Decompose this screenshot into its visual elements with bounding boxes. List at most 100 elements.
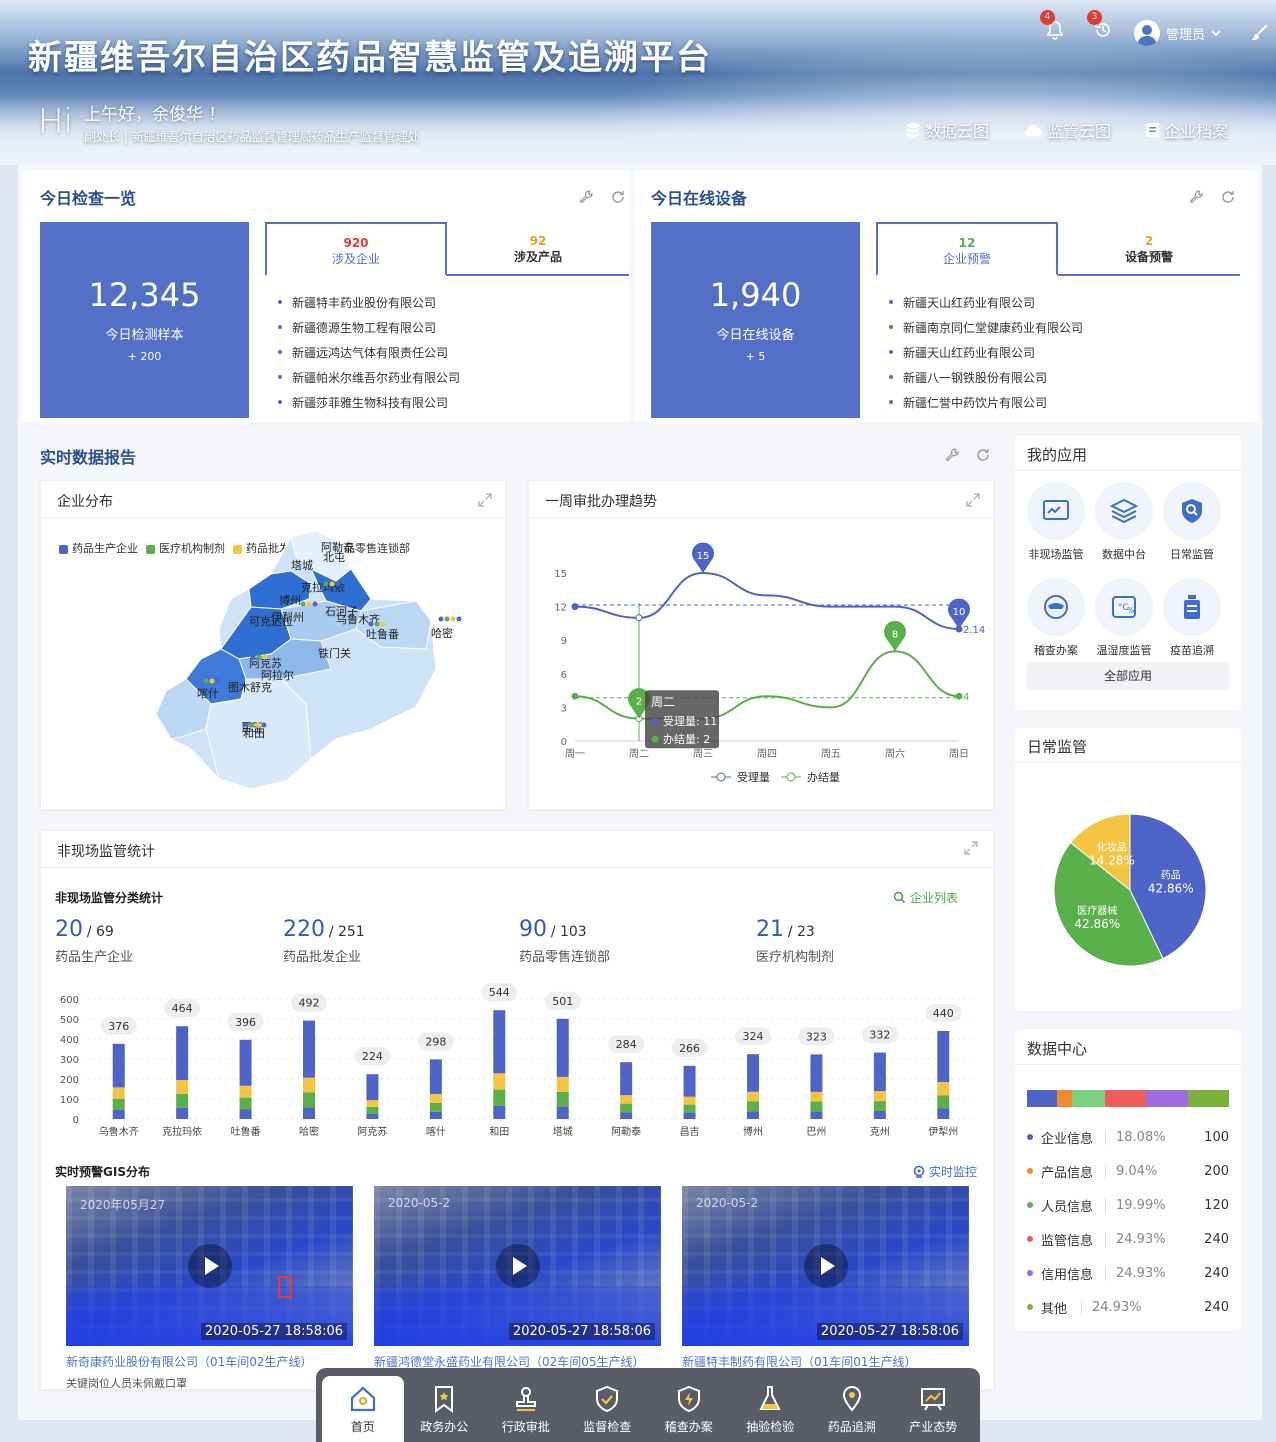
- app-offsite-supervision[interactable]: 非现场监管: [1022, 482, 1090, 562]
- x-tick-label: 塔城: [553, 1125, 573, 1138]
- expand-icon[interactable]: [963, 840, 979, 856]
- bar-segment: [873, 1091, 886, 1102]
- list-item[interactable]: 监管信息 24.93% 240: [1027, 1222, 1229, 1256]
- refresh-icon[interactable]: [610, 189, 626, 205]
- expand-icon[interactable]: [477, 492, 493, 508]
- app-investigation[interactable]: 稽查办案: [1022, 578, 1090, 658]
- dock-item-tracing[interactable]: 药品追溯: [811, 1376, 893, 1442]
- nav-supervision-cloud[interactable]: 监管云图: [1023, 118, 1111, 142]
- list-item[interactable]: 新疆仁誉中药饮片有限公司: [889, 394, 1083, 419]
- dock-item-investigation[interactable]: 稽查办案: [648, 1376, 730, 1442]
- play-icon[interactable]: [804, 1244, 848, 1288]
- tab-count: 12: [958, 236, 976, 250]
- app-daily-supervision[interactable]: 日常监管: [1158, 482, 1226, 562]
- dock-item-industry[interactable]: 产业态势: [893, 1376, 975, 1442]
- bar-segment: [112, 1098, 125, 1110]
- tab-label: 企业预警: [942, 252, 991, 266]
- legend-item: 受理量: [737, 771, 770, 784]
- nav-enterprise-archive-label: 企业档案: [1164, 122, 1229, 141]
- list-item[interactable]: 企业信息 18.08% 100: [1027, 1120, 1229, 1154]
- video-feed[interactable]: 2020年05月27 2020-05-27 18:58:06: [66, 1186, 353, 1346]
- x-tick-label: 周三: [693, 748, 713, 760]
- list-item[interactable]: 新疆天山红药业有限公司: [889, 294, 1083, 319]
- wrench-icon[interactable]: [578, 189, 594, 205]
- app-data-center[interactable]: 数据中台: [1090, 482, 1158, 562]
- list-item[interactable]: 新疆德源生物工程有限公司: [278, 319, 460, 344]
- legend-item[interactable]: 药品生产企业: [59, 540, 138, 556]
- vaccine-icon: [1184, 595, 1200, 619]
- daily-supervision-pie[interactable]: 药品42.86%医疗器械42.86%化妆品14.28%: [1040, 800, 1220, 980]
- tab-label: 涉及企业: [331, 252, 380, 266]
- video-caption[interactable]: 新奇康药业股份有限公司（01车间02生产线）: [66, 1353, 313, 1370]
- bar-segment: [176, 1080, 189, 1094]
- data-center-title: 数据中心: [1027, 1040, 1088, 1058]
- list-item[interactable]: 新疆远鸿达气体有限责任公司: [278, 344, 460, 369]
- bar-segment: [683, 1096, 696, 1105]
- dock-item-sampling[interactable]: 抽验检验: [730, 1376, 812, 1442]
- list-item[interactable]: 新疆南京同仁堂健康药业有限公司: [889, 319, 1083, 344]
- shield-check-icon: [596, 1385, 619, 1413]
- refresh-icon[interactable]: [1220, 189, 1236, 205]
- list-item[interactable]: 其他 24.93% 240: [1027, 1290, 1229, 1324]
- app-temperature-humidity[interactable]: °C% 温湿度监管: [1090, 578, 1158, 658]
- offsite-bar-chart[interactable]: 0 100 200 300 400 500 600 376 乌鲁木齐 464 克拉玛依 396 吐鲁番 4…: [41, 981, 995, 1151]
- history-button[interactable]: 3: [1087, 10, 1117, 44]
- tab-enterprise-warnings[interactable]: 12 企业预警: [876, 222, 1058, 276]
- bar-segment: [1056, 1090, 1072, 1107]
- data-center-bar[interactable]: [1027, 1090, 1229, 1107]
- user-menu[interactable]: 管理员: [1134, 20, 1221, 46]
- marker-label: 2: [636, 697, 642, 708]
- tab-device-warnings[interactable]: 2 设备预警: [1058, 222, 1240, 276]
- tab-involved-enterprises[interactable]: 920 涉及企业: [265, 222, 447, 276]
- notification-button[interactable]: 4: [1040, 10, 1070, 44]
- bar-segment: [366, 1113, 379, 1119]
- list-item[interactable]: 产品信息 9.04% 200: [1027, 1154, 1229, 1188]
- enterprise-list-link[interactable]: 企业列表: [893, 889, 958, 906]
- x-tick-label: 周四: [757, 748, 777, 760]
- wrench-icon[interactable]: [944, 447, 960, 463]
- play-icon[interactable]: [188, 1244, 232, 1288]
- y-tick-label: 0: [73, 1115, 79, 1126]
- wrench-icon[interactable]: [1188, 189, 1204, 205]
- bar-segment: [1105, 1090, 1147, 1107]
- bar-segment: [1187, 1090, 1229, 1107]
- avg-label: 2.14: [963, 625, 985, 636]
- bar-value-label: 440: [933, 1007, 954, 1020]
- list-item[interactable]: 新疆特丰药业股份有限公司: [278, 294, 460, 319]
- enterprise-map-card: 企业分布 药品生产企业 医疗机构制剂 药品批发企业 药品零售连锁部 塔城 阿勒泰…: [40, 480, 506, 810]
- tab-involved-products[interactable]: 92 涉及产品: [447, 222, 629, 276]
- samples-label: 今日检测样本: [105, 328, 184, 343]
- realtime-monitor-link[interactable]: 实时监控: [913, 1163, 977, 1180]
- brush-icon[interactable]: [1250, 23, 1270, 43]
- dock-item-home[interactable]: 首页: [322, 1376, 404, 1442]
- bar-segment: [303, 1092, 315, 1108]
- list-item[interactable]: 新疆八一钢铁股份有限公司: [889, 369, 1083, 394]
- list-item[interactable]: 信用信息 24.93% 240: [1027, 1256, 1229, 1290]
- x-tick-label: 克州: [870, 1126, 890, 1138]
- marker-label: 10: [953, 607, 966, 618]
- bar-value-label: 376: [108, 1020, 129, 1033]
- app-vaccine-tracing[interactable]: 疫苗追溯: [1158, 578, 1226, 658]
- list-item[interactable]: 新疆帕米尔维吾尔药业有限公司: [278, 369, 460, 394]
- pie-slice-percent: 42.86%: [1074, 917, 1120, 931]
- all-apps-button[interactable]: 全部应用: [1027, 662, 1229, 690]
- weekly-trend-chart[interactable]: 03691215周一 周二 周三 周四 周五 周六 周日1510822.144周二受理量: …: [529, 521, 995, 811]
- play-icon[interactable]: [496, 1244, 540, 1288]
- expand-icon[interactable]: [965, 492, 981, 508]
- nav-data-cloud[interactable]: 数据云图: [905, 118, 989, 142]
- dock-item-approval[interactable]: 行政审批: [485, 1376, 567, 1442]
- video-feed[interactable]: 2020-05-2 2020-05-27 18:58:06: [682, 1186, 969, 1346]
- nav-enterprise-archive[interactable]: 企业档案: [1145, 118, 1228, 142]
- dock-item-inspection[interactable]: 监督检查: [567, 1376, 649, 1442]
- x-tick-label: 和田: [489, 1126, 509, 1138]
- x-tick-label: 吐鲁番: [231, 1125, 261, 1138]
- xinjiang-map[interactable]: 塔城 阿勒泰 北屯 克拉玛依 博州 石河子 乌鲁木齐 可克达拉 伊犁州 吐鲁番 …: [131, 529, 491, 799]
- list-item[interactable]: 新疆莎菲雅生物科技有限公司: [278, 394, 460, 419]
- refresh-icon[interactable]: [975, 447, 991, 463]
- bar-segment: [747, 1101, 759, 1112]
- list-item[interactable]: 人员信息 19.99% 120: [1027, 1188, 1229, 1222]
- dock-item-office[interactable]: 政务办公: [404, 1376, 486, 1442]
- list-item[interactable]: 新疆天山红药业有限公司: [889, 344, 1083, 369]
- bar-segment: [239, 1109, 252, 1119]
- video-feed[interactable]: 2020-05-2 2020-05-27 18:58:06: [374, 1186, 661, 1346]
